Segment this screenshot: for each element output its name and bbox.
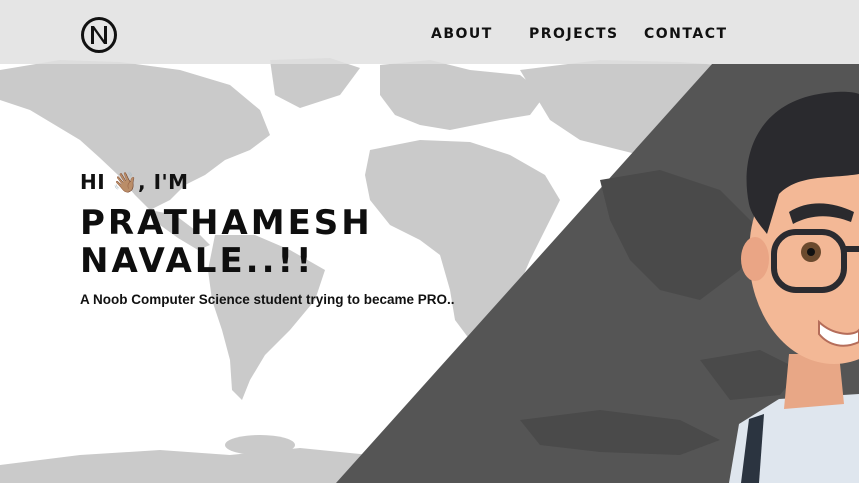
hero-section: HI 👋🏽, I'M PRATHAMESH NAVALE..!! A Noob … bbox=[80, 170, 455, 307]
hero-greeting: HI 👋🏽, I'M bbox=[80, 170, 189, 194]
nav-link-about[interactable]: ABOUT bbox=[431, 26, 493, 42]
n-logo-icon[interactable] bbox=[80, 16, 118, 54]
top-navbar: ABOUT PROJECTS CONTACT bbox=[0, 0, 859, 64]
hero-name-line2: NAVALE..!! bbox=[80, 241, 315, 281]
nav-link-projects[interactable]: PROJECTS bbox=[529, 26, 619, 42]
nav-link-contact[interactable]: CONTACT bbox=[644, 26, 728, 42]
hero-name-line1: PRATHAMESH bbox=[80, 203, 373, 243]
cartoon-avatar-image bbox=[729, 91, 859, 483]
hero-tagline: A Noob Computer Science student trying t… bbox=[80, 292, 455, 307]
